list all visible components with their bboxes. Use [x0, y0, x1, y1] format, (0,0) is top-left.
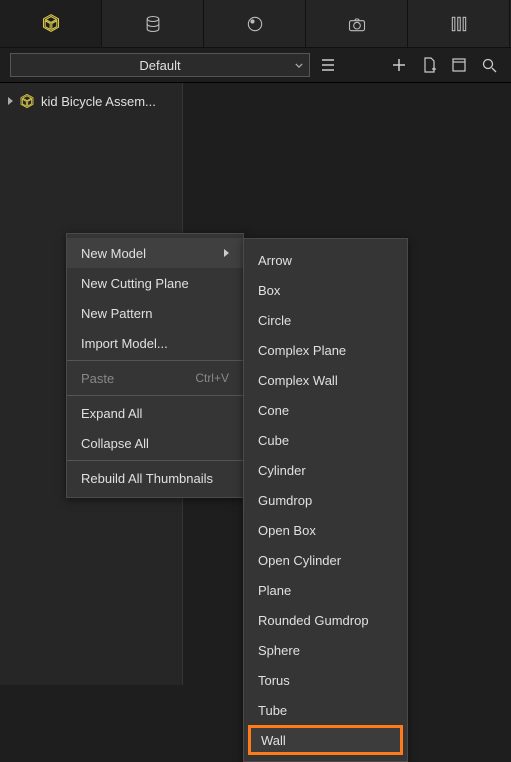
tab-materials[interactable]: [102, 0, 204, 47]
menu-separator: [67, 360, 243, 361]
submenu-item-open-cylinder[interactable]: Open Cylinder: [244, 545, 407, 575]
tree-root-item[interactable]: kid Bicycle Assem...: [0, 91, 182, 111]
menu-item-new-pattern[interactable]: New Pattern: [67, 298, 243, 328]
submenu-item-label: Cone: [258, 403, 289, 418]
submenu-item-complex-plane[interactable]: Complex Plane: [244, 335, 407, 365]
menu-item-new-cutting-plane[interactable]: New Cutting Plane: [67, 268, 243, 298]
submenu-item-complex-wall[interactable]: Complex Wall: [244, 365, 407, 395]
submenu-item-label: Rounded Gumdrop: [258, 613, 369, 628]
tab-models[interactable]: [0, 0, 102, 47]
submenu-item-box[interactable]: Box: [244, 275, 407, 305]
submenu-item-wall[interactable]: Wall: [248, 725, 403, 755]
submenu-item-open-box[interactable]: Open Box: [244, 515, 407, 545]
submenu-item-label: Complex Plane: [258, 343, 346, 358]
menu-item-collapse-all[interactable]: Collapse All: [67, 428, 243, 458]
submenu-item-label: Open Cylinder: [258, 553, 341, 568]
menu-separator: [67, 460, 243, 461]
submenu-item-label: Gumdrop: [258, 493, 312, 508]
submenu-item-tube[interactable]: Tube: [244, 695, 407, 725]
file-plus-icon: [421, 57, 437, 73]
submenu-item-rounded-gumdrop[interactable]: Rounded Gumdrop: [244, 605, 407, 635]
submenu-item-torus[interactable]: Torus: [244, 665, 407, 695]
tab-bar: [0, 0, 511, 48]
submenu-item-label: Cylinder: [258, 463, 306, 478]
tree-root-label: kid Bicycle Assem...: [41, 94, 156, 109]
submenu-item-label: Open Box: [258, 523, 316, 538]
toolbar: Default: [0, 48, 511, 82]
menu-item-label: New Model: [81, 246, 146, 261]
chevron-right-icon: [224, 249, 229, 257]
submenu-item-cone[interactable]: Cone: [244, 395, 407, 425]
search-icon: [481, 57, 497, 73]
menu-item-label: New Pattern: [81, 306, 153, 321]
context-menu: New Model New Cutting Plane New Pattern Imp…: [66, 233, 244, 498]
submenu-item-label: Plane: [258, 583, 291, 598]
add-button[interactable]: [387, 53, 411, 77]
menu-item-import-model[interactable]: Import Model...: [67, 328, 243, 358]
submenu-item-cylinder[interactable]: Cylinder: [244, 455, 407, 485]
submenu-item-label: Sphere: [258, 643, 300, 658]
tab-libraries[interactable]: [408, 0, 510, 47]
submenu-item-gumdrop[interactable]: Gumdrop: [244, 485, 407, 515]
menu-item-new-model[interactable]: New Model: [67, 238, 243, 268]
menu-item-label: Expand All: [81, 406, 142, 421]
combo-label: Default: [139, 58, 180, 73]
submenu-item-label: Arrow: [258, 253, 292, 268]
submenu-item-plane[interactable]: Plane: [244, 575, 407, 605]
submenu-item-label: Box: [258, 283, 280, 298]
modelset-combo[interactable]: Default: [10, 53, 310, 77]
menu-item-expand-all[interactable]: Expand All: [67, 398, 243, 428]
submenu-item-cube[interactable]: Cube: [244, 425, 407, 455]
submenu-item-arrow[interactable]: Arrow: [244, 245, 407, 275]
library-button[interactable]: [447, 53, 471, 77]
columns-icon: [449, 14, 469, 34]
camera-icon: [347, 14, 367, 34]
database-icon: [143, 14, 163, 34]
submenu-item-circle[interactable]: Circle: [244, 305, 407, 335]
cube-icon: [19, 93, 35, 109]
plus-icon: [391, 57, 407, 73]
list-view-button[interactable]: [316, 53, 340, 77]
menu-item-label: Collapse All: [81, 436, 149, 451]
menu-item-label: Paste: [81, 371, 114, 386]
submenu-item-label: Torus: [258, 673, 290, 688]
tab-cameras[interactable]: [306, 0, 408, 47]
cube-icon: [41, 13, 61, 33]
list-icon: [320, 57, 336, 73]
chevron-down-icon: [295, 58, 303, 73]
menu-separator: [67, 395, 243, 396]
menu-item-shortcut: Ctrl+V: [195, 371, 229, 385]
menu-item-label: New Cutting Plane: [81, 276, 189, 291]
menu-item-label: Rebuild All Thumbnails: [81, 471, 213, 486]
menu-item-rebuild-all-thumbnails[interactable]: Rebuild All Thumbnails: [67, 463, 243, 493]
menu-item-label: Import Model...: [81, 336, 168, 351]
submenu-item-label: Wall: [261, 733, 286, 748]
tab-environments[interactable]: [204, 0, 306, 47]
import-button[interactable]: [417, 53, 441, 77]
window-icon: [451, 57, 467, 73]
submenu-item-label: Tube: [258, 703, 287, 718]
chevron-right-icon: [8, 97, 13, 105]
new-model-submenu: Arrow Box Circle Complex Plane Complex Wall C…: [243, 238, 408, 762]
submenu-item-sphere[interactable]: Sphere: [244, 635, 407, 665]
submenu-item-label: Cube: [258, 433, 289, 448]
search-button[interactable]: [477, 53, 501, 77]
menu-item-paste: Paste Ctrl+V: [67, 363, 243, 393]
submenu-item-label: Complex Wall: [258, 373, 338, 388]
submenu-item-label: Circle: [258, 313, 291, 328]
sphere-icon: [245, 14, 265, 34]
